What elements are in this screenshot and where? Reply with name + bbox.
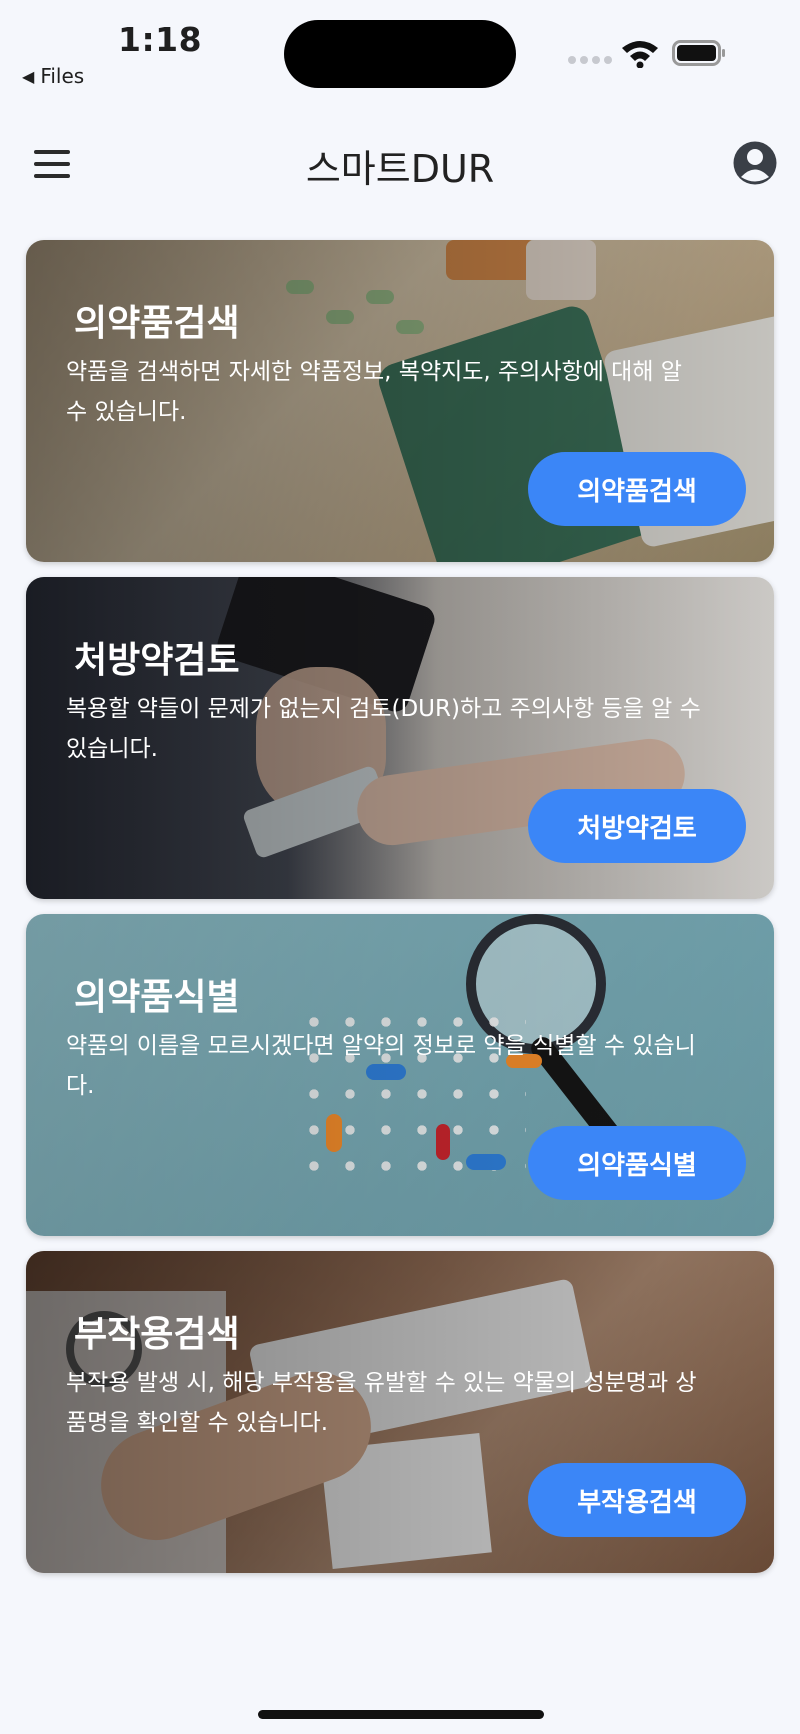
card-title: 처방약검토 (74, 640, 240, 681)
status-time: 1:18 (118, 20, 203, 59)
home-indicator[interactable] (258, 1710, 544, 1719)
wifi-icon (622, 41, 658, 68)
card-description: 약품의 이름을 모르시겠다면 알약의 정보로 약을 식별할 수 있습니다. (66, 1033, 696, 1099)
app-header: 스마트DUR (0, 120, 800, 200)
card-drug-search: 의약품검색 약품을 검색하면 자세한 약품정보, 복약지도, 주의사항에 대해 … (26, 240, 774, 562)
card-description: 약품을 검색하면 자세한 약품정보, 복약지도, 주의사항에 대해 알 수 있습… (66, 359, 682, 425)
back-to-files-link[interactable]: ◀ Files (22, 64, 84, 88)
profile-icon[interactable] (732, 140, 778, 186)
card-title: 의약품식별 (74, 977, 240, 1018)
card-description: 부작용 발생 시, 해당 부작용을 유발할 수 있는 약물의 성분명과 상품명을… (66, 1370, 697, 1436)
card-side-effect-search: 부작용검색 부작용 발생 시, 해당 부작용을 유발할 수 있는 약물의 성분명… (26, 1251, 774, 1573)
side-effect-search-button[interactable]: 부작용검색 (528, 1463, 746, 1537)
drug-search-button[interactable]: 의약품검색 (528, 452, 746, 526)
card-drug-identify: 의약품식별 약품의 이름을 모르시겠다면 알약의 정보로 약을 식별할 수 있습… (26, 914, 774, 1236)
feature-cards: 의약품검색 약품을 검색하면 자세한 약품정보, 복약지도, 주의사항에 대해 … (26, 240, 774, 1588)
status-bar: 1:18 ◀ Files (0, 0, 800, 100)
dynamic-island (284, 20, 516, 88)
card-description: 복용할 약들이 문제가 없는지 검토(DUR)하고 주의사항 등을 알 수 있습… (66, 696, 701, 762)
back-app-label: Files (40, 64, 85, 88)
drug-identify-button[interactable]: 의약품식별 (528, 1126, 746, 1200)
page-title: 스마트DUR (305, 147, 495, 191)
prescription-review-button[interactable]: 처방약검토 (528, 789, 746, 863)
battery-icon (672, 40, 725, 66)
card-title: 부작용검색 (74, 1314, 240, 1355)
cellular-signal-icon (568, 56, 612, 64)
back-triangle-icon: ◀ (22, 66, 35, 86)
card-title: 의약품검색 (74, 303, 240, 344)
card-prescription-review: 처방약검토 복용할 약들이 문제가 없는지 검토(DUR)하고 주의사항 등을 … (26, 577, 774, 899)
